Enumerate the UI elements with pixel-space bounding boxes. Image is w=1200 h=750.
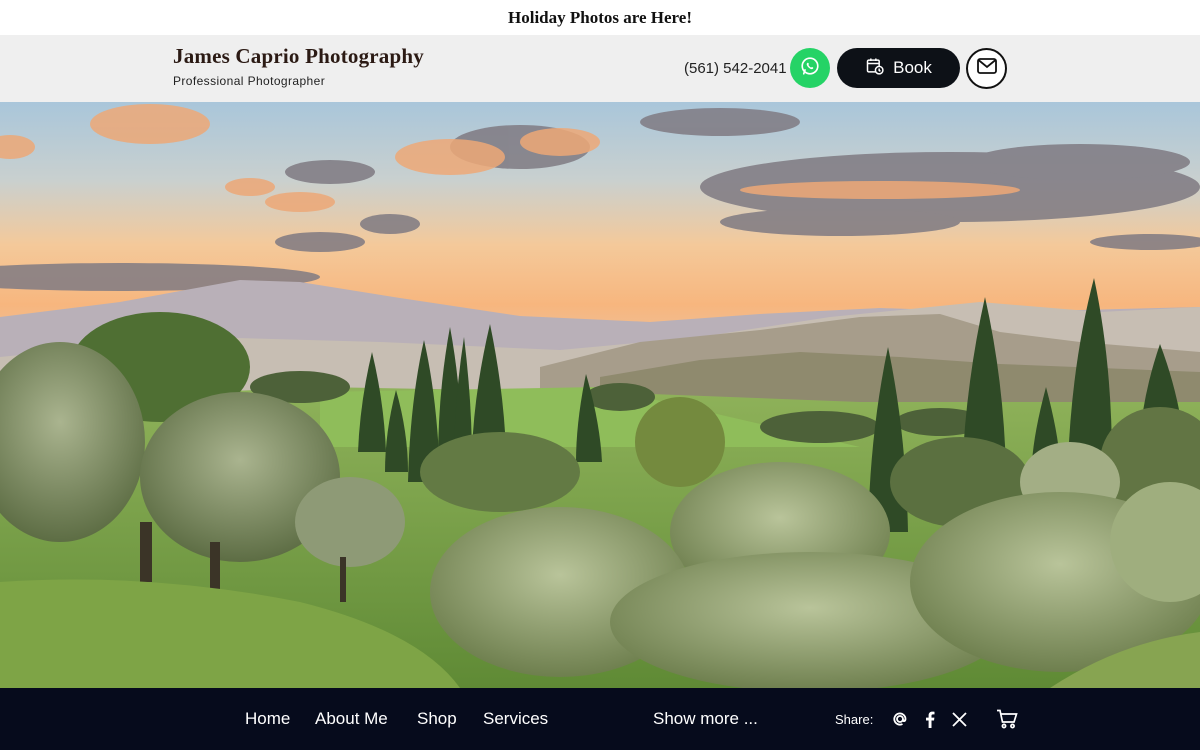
- nav-home[interactable]: Home: [245, 709, 290, 729]
- nav-services[interactable]: Services: [483, 709, 548, 729]
- brand[interactable]: James Caprio Photography Professional Ph…: [173, 44, 424, 88]
- site-footer-nav: Home About Me Shop Services Show more ..…: [0, 688, 1200, 750]
- nav-shop[interactable]: Shop: [417, 709, 457, 729]
- phone-link[interactable]: (561) 542-2041: [684, 60, 787, 77]
- nav-about-me[interactable]: About Me: [315, 709, 388, 729]
- hero-image: [0, 102, 1200, 688]
- site-header: James Caprio Photography Professional Ph…: [0, 35, 1200, 102]
- calendar-icon: [865, 56, 885, 81]
- book-button[interactable]: Book: [837, 48, 960, 88]
- announcement-text[interactable]: Holiday Photos are Here!: [508, 8, 692, 28]
- brand-tagline: Professional Photographer: [173, 74, 326, 88]
- whatsapp-icon: [799, 55, 821, 82]
- mail-icon: [976, 58, 997, 79]
- book-label: Book: [893, 58, 932, 77]
- cart-icon[interactable]: [995, 709, 1019, 729]
- announcement-bar[interactable]: Holiday Photos are Here!: [0, 0, 1200, 35]
- brand-name[interactable]: James Caprio Photography: [173, 44, 424, 69]
- share-label: Share:: [835, 712, 874, 727]
- whatsapp-button[interactable]: [790, 48, 830, 88]
- threads-icon[interactable]: [890, 709, 910, 729]
- mail-button[interactable]: [966, 48, 1007, 89]
- facebook-icon[interactable]: [920, 709, 940, 729]
- nav-show-more[interactable]: Show more ...: [653, 709, 758, 729]
- landscape-photo: [0, 102, 1200, 688]
- x-icon[interactable]: [949, 709, 969, 729]
